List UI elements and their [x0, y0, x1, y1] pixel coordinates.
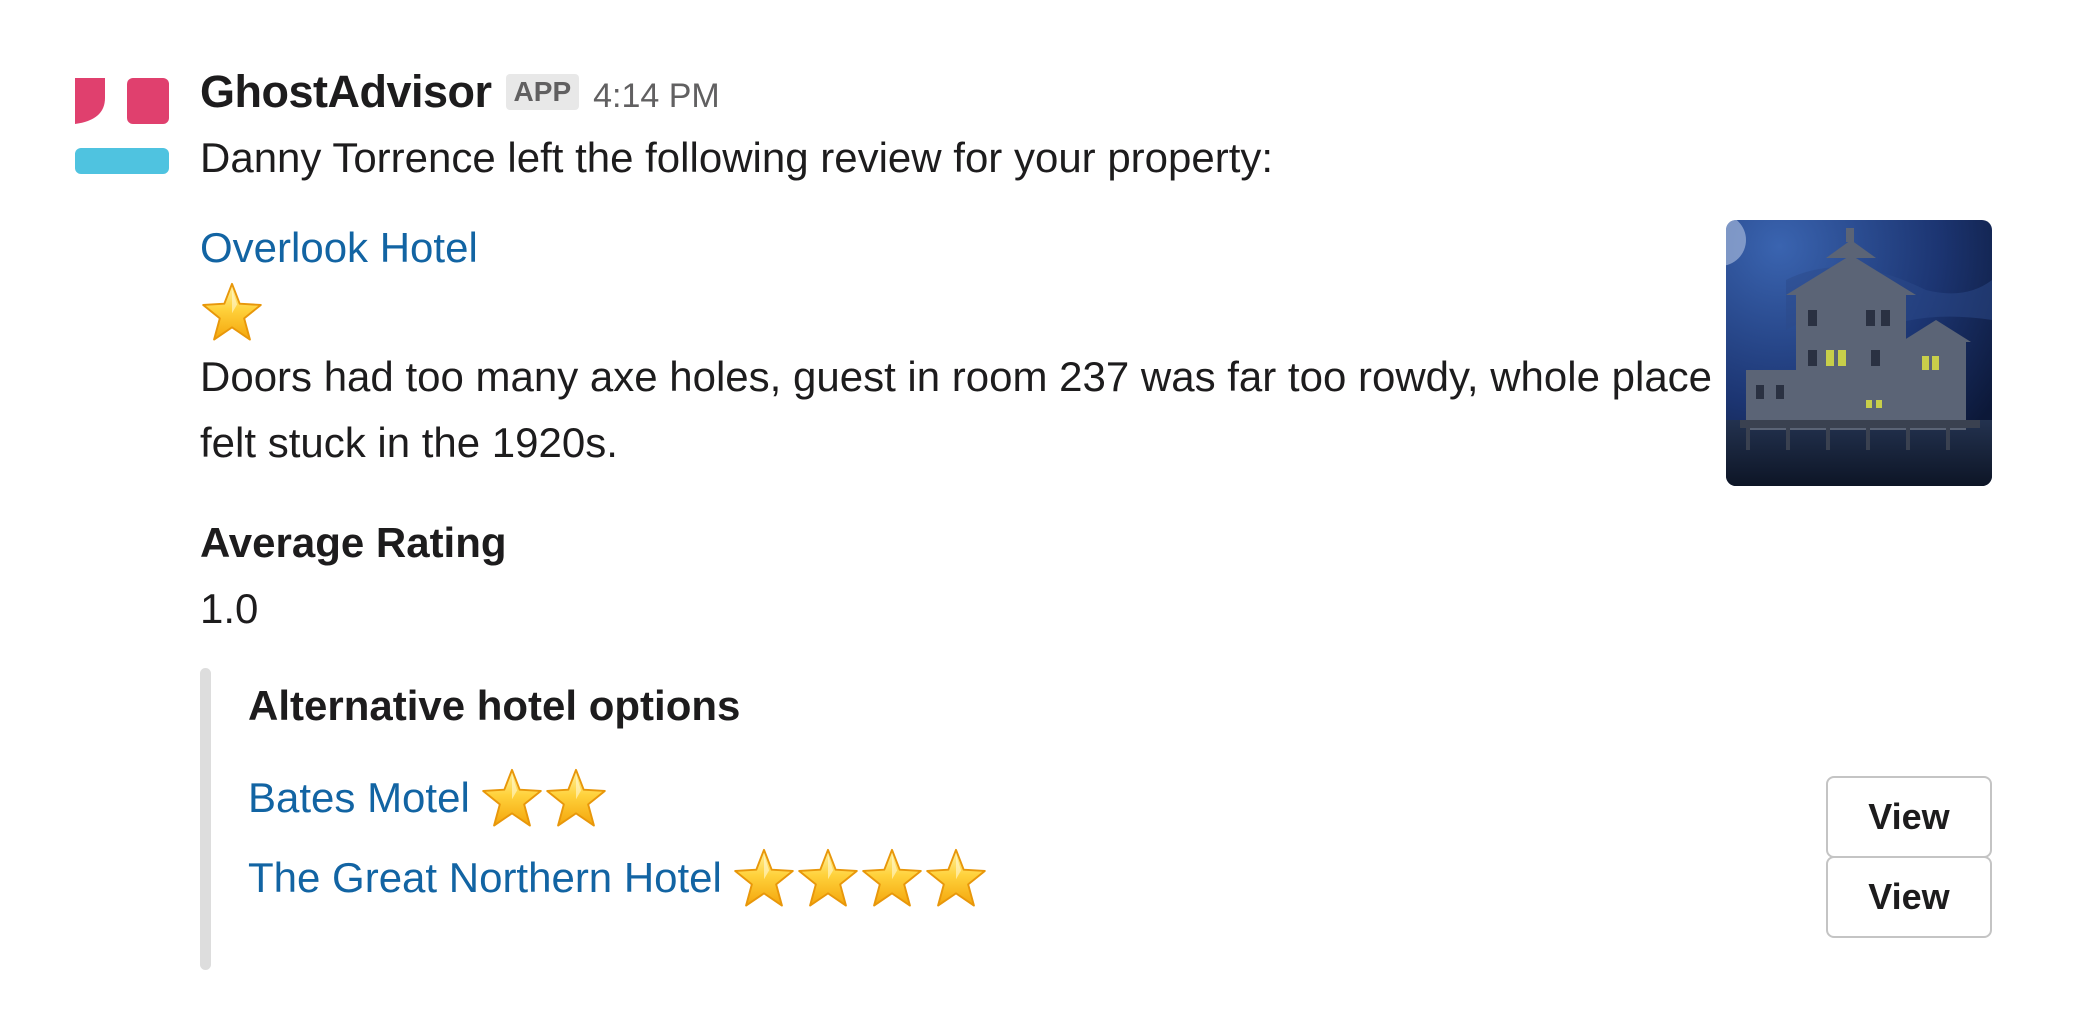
avatar-pink-right-shape — [127, 78, 169, 124]
star-icon — [200, 280, 264, 344]
message-header: GhostAdvisor APP 4:14 PM — [200, 66, 2010, 130]
average-rating-title: Average Rating — [200, 519, 507, 566]
alternatives-title: Alternative hotel options — [248, 682, 741, 729]
attachment-bar — [200, 668, 211, 970]
star-icon — [924, 846, 988, 910]
view-button-great-northern[interactable]: View — [1826, 856, 1992, 938]
hotel-link-overlook[interactable]: Overlook Hotel — [200, 220, 478, 276]
average-rating-value: 1.0 — [200, 585, 259, 632]
review-section: Overlook Hotel Doors had too many axe ho… — [200, 220, 2010, 500]
star-icon — [796, 846, 860, 910]
star-icon — [732, 846, 796, 910]
message-intro: Danny Torrence left the following review… — [200, 134, 1274, 181]
app-avatar[interactable] — [73, 76, 171, 174]
star-icon — [860, 846, 924, 910]
app-badge: APP — [505, 74, 580, 110]
hotel-link-great-northern[interactable]: The Great Northern Hotel — [248, 850, 722, 906]
star-group — [200, 280, 264, 344]
avatar-blue-bar — [75, 148, 169, 174]
alternative-option-row: The Great Northern Hotel View — [248, 812, 2010, 938]
sender-name[interactable]: GhostAdvisor — [200, 66, 492, 118]
alternatives-attachment: Alternative hotel options Bates Motel Vi… — [200, 668, 2010, 970]
message: GhostAdvisor APP 4:14 PM Danny Torrence … — [200, 66, 2010, 970]
review-text: Doors had too many axe holes, guest in r… — [200, 353, 1713, 466]
timestamp[interactable]: 4:14 PM — [593, 77, 720, 116]
option-content: The Great Northern Hotel — [248, 846, 988, 910]
star-group — [732, 846, 988, 910]
review-rating-stars — [200, 280, 1720, 350]
avatar-pink-left-shape — [75, 78, 105, 124]
hotel-thumbnail-image — [1726, 220, 1992, 486]
review-text-block: Overlook Hotel Doors had too many axe ho… — [200, 220, 1720, 476]
